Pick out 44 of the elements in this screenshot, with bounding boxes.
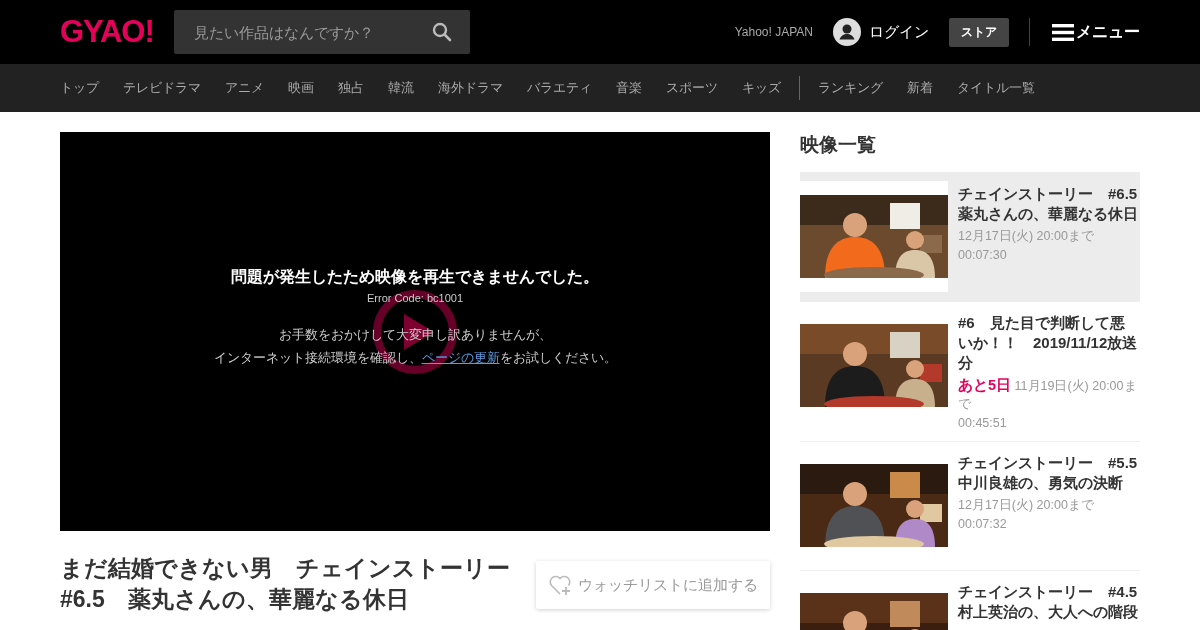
video-list-item[interactable]: チェインストーリー #4.5 村上英治の、大人への階段 [800,570,1140,630]
duration-text: 00:45:51 [958,415,1008,432]
user-icon [833,18,861,46]
login-link[interactable]: ログイン [833,18,929,46]
nav-link[interactable]: 音楽 [616,79,642,97]
deadline-text: あと5日 11月19日(火) 20:00まで [958,376,1138,413]
item-title: チェインストーリー #4.5 村上英治の、大人への階段 [958,582,1138,622]
nav-link[interactable]: ランキング [818,79,883,97]
nav-link[interactable]: アニメ [225,79,264,97]
error-message: インターネット接続環境を確認し、ページの更新をお試しください。 [213,350,617,367]
deadline-text: 12月17日(火) 20:00まで [958,497,1095,514]
search-field[interactable]: 見たい作品はなんですか？ [173,10,470,54]
nav-link[interactable]: 映画 [288,79,314,97]
nav-link[interactable]: 海外ドラマ [438,79,503,97]
logo[interactable]: GYAO! [60,14,154,50]
item-title: チェインストーリー #5.5 中川良雄の、勇気の決断 [958,453,1138,493]
nav-link[interactable]: キッズ [742,79,781,97]
search-icon[interactable] [431,22,452,42]
nav-link[interactable]: 韓流 [388,79,414,97]
nav-link[interactable]: トップ [60,79,99,97]
nav-link[interactable]: 新着 [907,79,933,97]
video-list-item[interactable]: チェインストーリー #5.5 中川良雄の、勇気の決断 12月17日(火) 20:00まで 00:07:32 [800,441,1140,570]
video-list-item[interactable]: #6 見た目で判断して悪いか！！ 2019/11/12放送分 あと5日 11月19日(火) 20:00まで 00:45:51 [800,301,1140,441]
item-title: #6 見た目で判断して悪いか！！ 2019/11/12放送分 [958,313,1138,373]
nav-link[interactable]: テレビドラマ [123,79,201,97]
nav-link[interactable]: バラエティ [527,79,592,97]
heart-plus-icon [548,573,572,597]
section-heading: 映像一覧 [800,133,877,157]
nav-link[interactable]: 独占 [338,79,364,97]
menu-button[interactable]: メニュー [1052,21,1140,43]
deadline-text: 12月17日(火) 20:00まで [958,228,1095,245]
duration-text: 00:07:30 [958,247,1008,264]
item-title: チェインストーリー #6.5 薬丸さんの、華麗なる休日 [958,184,1138,224]
error-title: 問題が発生したため映像を再生できませんでした。 [230,267,600,287]
menu-icon [1052,23,1074,41]
reload-link[interactable]: ページの更新 [421,351,500,365]
video-title: まだ結婚できない男 チェインストーリー #6.5 薬丸さんの、華麗なる休日 [60,554,511,614]
nav-link[interactable]: タイトル一覧 [957,79,1035,97]
video-list-item[interactable]: チェインストーリー #6.5 薬丸さんの、華麗なる休日 12月17日(火) 20:00まで 00:07:30 [800,172,1140,301]
duration-text: 00:07:32 [958,516,1008,533]
store-button[interactable]: ストア [949,17,1009,47]
yahoo-link[interactable]: Yahoo! JAPAN [734,25,813,39]
error-code: Error Code: bc1001 [366,292,464,304]
nav-link[interactable]: スポーツ [666,79,718,97]
